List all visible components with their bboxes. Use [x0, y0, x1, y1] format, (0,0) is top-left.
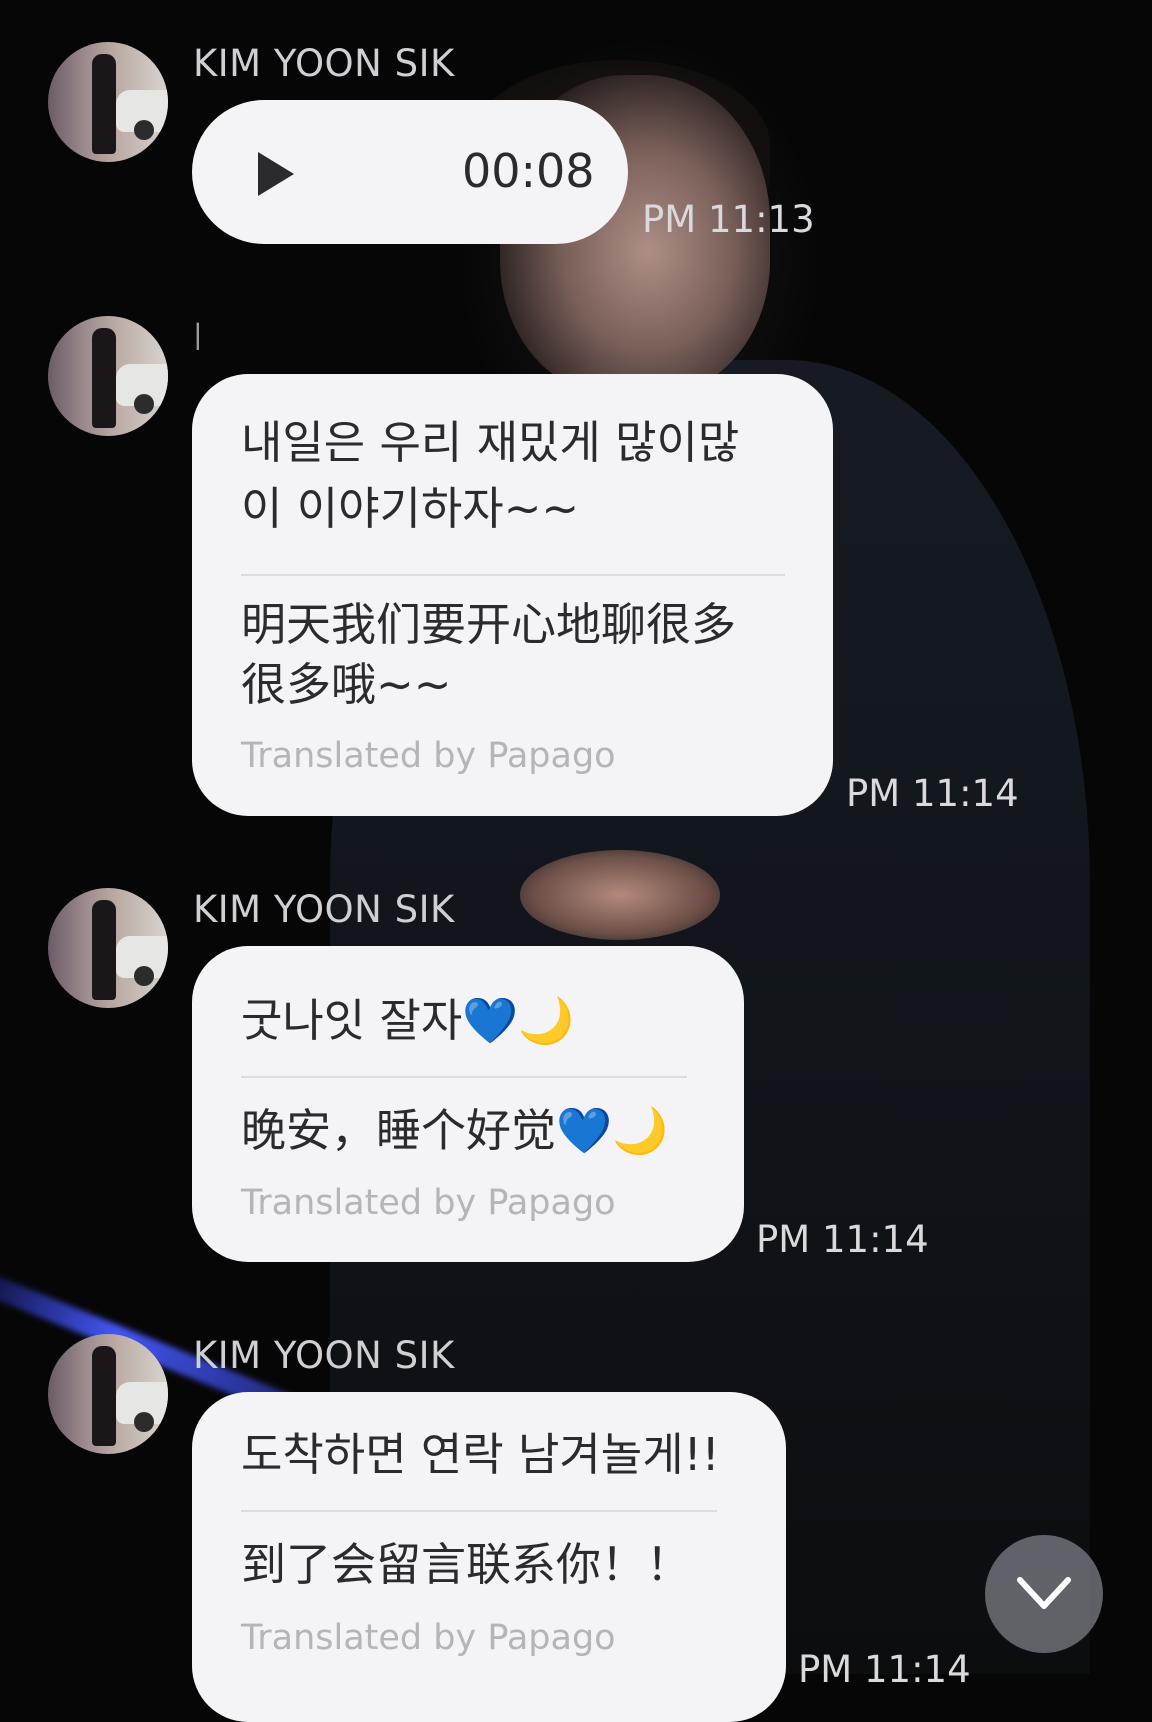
message-bubble[interactable]: 내일은 우리 재밌게 많이많 이 이야기하자~~ 明天我们要开心地聊很多 很多哦… [192, 374, 833, 816]
message-bubble[interactable]: 굿나잇 잘자💙🌙 晚安，睡个好觉💙🌙 Translated by Papago [192, 946, 744, 1262]
avatar[interactable] [48, 42, 168, 162]
translation-divider [241, 1076, 687, 1078]
avatar[interactable] [48, 1334, 168, 1454]
sender-name: KIM YOON SIK [193, 42, 455, 85]
papago-attribution: Translated by Papago [241, 736, 616, 776]
translated-text-line: 很多哦~~ [241, 658, 452, 711]
voice-message-bubble[interactable]: 00:08 [192, 100, 628, 244]
avatar[interactable] [48, 888, 168, 1008]
translation-divider [241, 574, 785, 576]
play-icon[interactable] [258, 152, 294, 196]
sender-name: KIM YOON SIK [193, 1334, 455, 1377]
message-time: PM 11:14 [846, 772, 1019, 815]
message-time: PM 11:14 [798, 1648, 971, 1691]
message-bubble[interactable]: 도착하면 연락 남겨놀게!! 到了会留言联系你！！ Translated by … [192, 1392, 786, 1722]
papago-attribution: Translated by Papago [241, 1618, 616, 1658]
message-time: PM 11:14 [756, 1218, 929, 1261]
original-text-line: 도착하면 연락 남겨놀게!! [241, 1428, 720, 1481]
chevron-down-icon [1017, 1577, 1071, 1609]
translated-text-line: 明天我们要开心地聊很多 [241, 598, 737, 651]
message-time: PM 11:13 [642, 198, 815, 241]
original-text-line: 내일은 우리 재밌게 많이많 [241, 416, 740, 469]
translated-text-line: 到了会留言联系你！！ [241, 1538, 692, 1591]
voice-duration: 00:08 [462, 144, 595, 198]
translated-text-line: 晚安，睡个好觉💙🌙 [241, 1104, 669, 1157]
sender-name: KIM YOON SIK [193, 888, 455, 931]
original-text-line: 굿나잇 잘자💙🌙 [241, 994, 575, 1047]
translation-divider [241, 1510, 717, 1512]
sender-name: K [193, 316, 199, 359]
papago-attribution: Translated by Papago [241, 1183, 616, 1223]
original-text-line: 이 이야기하자~~ [241, 482, 580, 535]
scroll-to-bottom-button[interactable] [985, 1535, 1103, 1653]
avatar[interactable] [48, 316, 168, 436]
background-figure-hand [520, 850, 720, 940]
